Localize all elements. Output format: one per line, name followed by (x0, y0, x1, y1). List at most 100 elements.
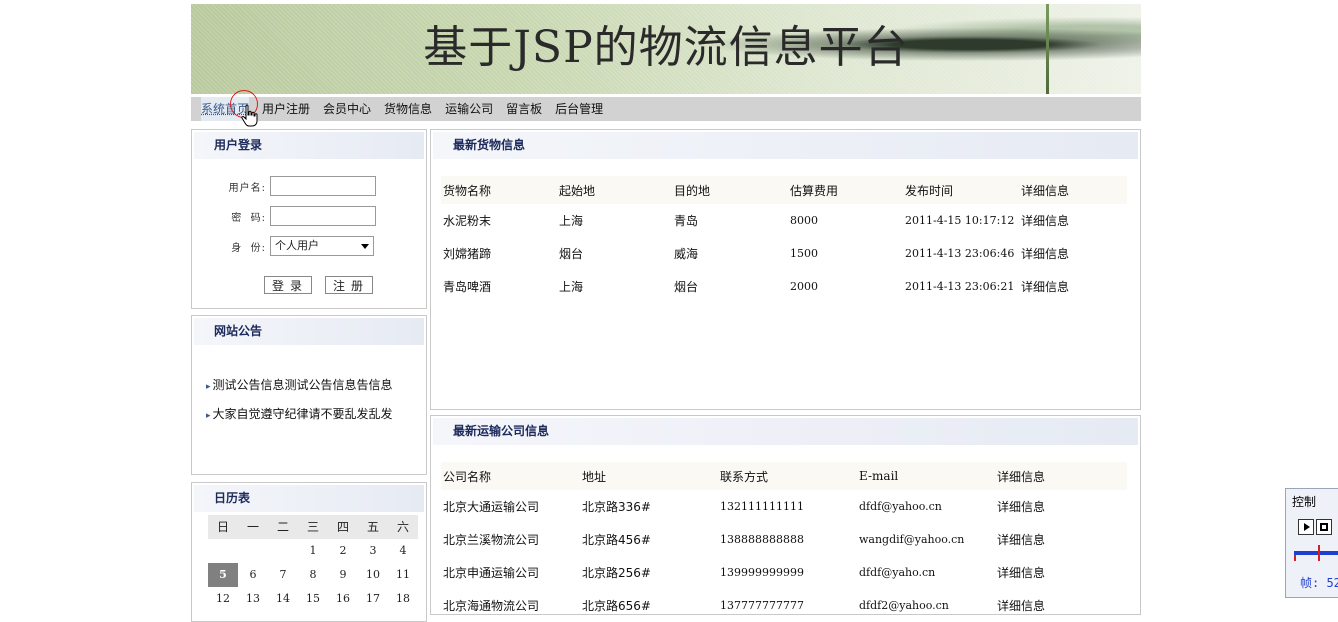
calendar-day-today[interactable]: 5 (208, 563, 238, 587)
username-label: 用户名: (228, 182, 266, 194)
table-row: 刘嫦猪蹄 烟台 威海 1500 2011-4-13 23:06:46 详细信息 (441, 237, 1127, 270)
company-address: 北京路336# (582, 500, 651, 514)
timeline-start-tick (1294, 555, 1296, 561)
goods-origin: 上海 (559, 214, 584, 228)
calendar-day[interactable]: 14 (268, 587, 298, 611)
calendar-day[interactable]: 17 (358, 587, 388, 611)
calendar-week-row: 12 13 14 15 16 17 18 (208, 587, 418, 611)
frame-counter: 帧: 52 (1300, 576, 1338, 590)
nav-goods-info[interactable]: 货物信息 (384, 97, 432, 121)
col-estimated-cost: 估算费用 (788, 176, 903, 204)
goods-destination: 威海 (674, 247, 699, 261)
calendar-day[interactable]: 2 (328, 539, 358, 563)
goods-time: 2011-4-15 10:17:12 (905, 214, 1015, 227)
password-label: 密 码: (231, 212, 266, 224)
nav-message-board[interactable]: 留言板 (506, 97, 542, 121)
col-details: 详细信息 (995, 462, 1127, 490)
company-name: 北京海通物流公司 (443, 599, 540, 613)
calendar-day[interactable]: 13 (238, 587, 268, 611)
calendar-day (238, 539, 268, 563)
calendar-week-row: 5 6 7 8 9 10 11 (208, 563, 418, 587)
company-details-link[interactable]: 详细信息 (995, 523, 1127, 556)
calendar-day[interactable]: 6 (238, 563, 268, 587)
company-phone: 138888888888 (720, 533, 804, 546)
table-row: 北京申通运输公司 北京路256# 139999999999 dfdf@yaho.… (441, 556, 1127, 589)
calendar-day[interactable]: 16 (328, 587, 358, 611)
transport-table: 公司名称 地址 联系方式 E-mail 详细信息 北京大通运输公司 北京路336… (441, 462, 1127, 614)
goods-name: 刘嫦猪蹄 (443, 247, 492, 261)
nav-home[interactable]: 系统首页 (201, 97, 250, 121)
col-destination: 目的地 (672, 176, 788, 204)
control-panel-title: 控制 (1292, 495, 1317, 509)
calendar-day[interactable]: 18 (388, 587, 418, 611)
table-row: 北京兰溪物流公司 北京路456# 138888888888 wangdif@ya… (441, 523, 1127, 556)
main-nav: 系统首页 用户注册 会员中心 货物信息 运输公司 留言板 后台管理 (191, 97, 1141, 121)
calendar-day[interactable]: 11 (388, 563, 418, 587)
company-name: 北京申通运输公司 (443, 566, 540, 580)
goods-cost: 8000 (790, 214, 818, 227)
company-details-link[interactable]: 详细信息 (995, 490, 1127, 523)
calendar-day[interactable]: 3 (358, 539, 388, 563)
username-input[interactable] (270, 176, 376, 196)
calendar-day[interactable]: 4 (388, 539, 418, 563)
col-contact: 联系方式 (718, 462, 857, 490)
calendar-grid: 日 一 二 三 四 五 六 1 2 3 4 5 6 7 8 9 10 11 12… (208, 515, 418, 611)
username-row: 用户名: (192, 176, 376, 196)
calendar-day[interactable]: 8 (298, 563, 328, 587)
col-goods-name: 货物名称 (441, 176, 557, 204)
table-row: 水泥粉末 上海 青岛 8000 2011-4-15 10:17:12 详细信息 (441, 204, 1127, 237)
col-email: E-mail (857, 462, 995, 490)
timeline-playhead[interactable] (1318, 545, 1320, 561)
role-row: 身 份: 个人用户 (192, 236, 374, 256)
goods-cost: 1500 (790, 247, 818, 260)
nav-admin[interactable]: 后台管理 (555, 97, 603, 121)
calendar-day[interactable]: 10 (358, 563, 388, 587)
notice-item-text: 测试公告信息测试公告信息告信息 (212, 378, 393, 392)
right-column: 最新货物信息 货物名称 起始地 目的地 估算费用 发布时间 详细信息 水泥粉末 … (430, 129, 1141, 615)
calendar-day[interactable]: 1 (298, 539, 328, 563)
calendar-day[interactable]: 15 (298, 587, 328, 611)
timeline-slider[interactable] (1294, 551, 1338, 555)
col-address: 地址 (580, 462, 718, 490)
stop-icon (1320, 523, 1328, 531)
password-input[interactable] (270, 206, 376, 226)
nav-register[interactable]: 用户注册 (262, 97, 310, 121)
password-row: 密 码: (192, 206, 376, 226)
goods-table: 货物名称 起始地 目的地 估算费用 发布时间 详细信息 水泥粉末 上海 青岛 8… (441, 176, 1127, 303)
goods-destination: 青岛 (674, 214, 699, 228)
role-select-value: 个人用户 (275, 239, 319, 252)
company-details-link[interactable]: 详细信息 (995, 556, 1127, 589)
arrow-bullet-icon: ▸ (206, 411, 211, 421)
table-row: 青岛啤酒 上海 烟台 2000 2011-4-13 23:06:21 详细信息 (441, 270, 1127, 303)
weekday-wed: 三 (298, 515, 328, 539)
notice-item[interactable]: ▸ 大家自觉遵守纪律请不要乱发乱发 (206, 405, 393, 422)
latest-transport-panel: 最新运输公司信息 公司名称 地址 联系方式 E-mail 详细信息 北京大通运输… (430, 415, 1141, 615)
company-phone: 137777777777 (720, 599, 804, 612)
login-button[interactable]: 登录 (264, 276, 312, 294)
goods-origin: 烟台 (559, 247, 584, 261)
col-details: 详细信息 (1019, 176, 1127, 204)
goods-details-link[interactable]: 详细信息 (1019, 237, 1127, 270)
goods-table-header: 货物名称 起始地 目的地 估算费用 发布时间 详细信息 (441, 176, 1127, 204)
nav-member-center[interactable]: 会员中心 (323, 97, 371, 121)
calendar-day[interactable]: 12 (208, 587, 238, 611)
latest-transport-title: 最新运输公司信息 (433, 418, 1138, 445)
role-select[interactable]: 个人用户 (270, 236, 374, 256)
goods-details-link[interactable]: 详细信息 (1019, 270, 1127, 303)
calendar-day[interactable]: 7 (268, 563, 298, 587)
goods-time: 2011-4-13 23:06:46 (905, 247, 1015, 260)
calendar-week-row: 1 2 3 4 (208, 539, 418, 563)
calendar-day[interactable]: 9 (328, 563, 358, 587)
transport-table-header: 公司名称 地址 联系方式 E-mail 详细信息 (441, 462, 1127, 490)
register-button[interactable]: 注册 (325, 276, 373, 294)
company-address: 北京路256# (582, 566, 651, 580)
goods-details-link[interactable]: 详细信息 (1019, 204, 1127, 237)
nav-transport-company[interactable]: 运输公司 (445, 97, 493, 121)
play-button[interactable] (1298, 519, 1314, 535)
notice-item[interactable]: ▸ 测试公告信息测试公告信息告信息 (206, 376, 393, 393)
arrow-bullet-icon: ▸ (206, 382, 211, 392)
company-details-link[interactable]: 详细信息 (995, 589, 1127, 614)
calendar-panel: 日历表 日 一 二 三 四 五 六 1 2 3 4 5 6 7 8 9 10 1… (191, 482, 427, 622)
company-name: 北京兰溪物流公司 (443, 533, 540, 547)
stop-button[interactable] (1316, 519, 1332, 535)
